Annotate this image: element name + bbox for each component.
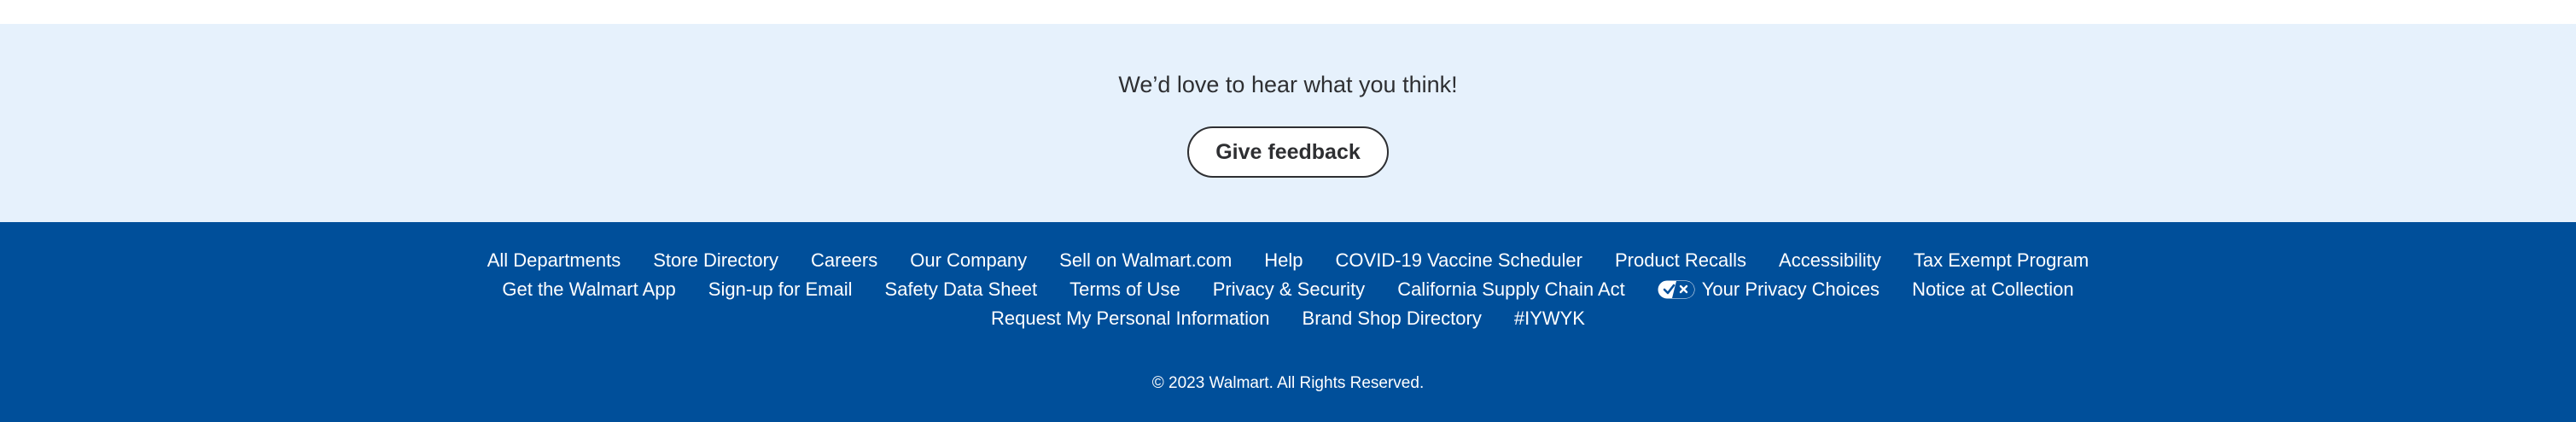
- give-feedback-button[interactable]: Give feedback: [1187, 126, 1389, 178]
- site-footer: All Departments Store Directory Careers …: [0, 222, 2576, 422]
- footer-link-get-walmart-app[interactable]: Get the Walmart App: [502, 278, 675, 301]
- footer-link-terms-of-use[interactable]: Terms of Use: [1069, 278, 1180, 301]
- footer-link-notice-at-collection[interactable]: Notice at Collection: [1912, 278, 2074, 301]
- footer-link-your-privacy-choices[interactable]: Your Privacy Choices: [1658, 278, 1880, 301]
- footer-link-all-departments[interactable]: All Departments: [487, 249, 621, 272]
- footer-link-tax-exempt-program[interactable]: Tax Exempt Program: [1914, 249, 2089, 272]
- footer-link-california-supply-chain-act[interactable]: California Supply Chain Act: [1397, 278, 1625, 301]
- footer-link-accessibility[interactable]: Accessibility: [1779, 249, 1881, 272]
- footer-link-privacy-security[interactable]: Privacy & Security: [1213, 278, 1366, 301]
- footer-links: All Departments Store Directory Careers …: [0, 222, 2576, 333]
- footer-link-row-1: All Departments Store Directory Careers …: [471, 246, 2106, 275]
- footer-link-sell-on-walmart[interactable]: Sell on Walmart.com: [1059, 249, 1232, 272]
- your-privacy-choices-label: Your Privacy Choices: [1701, 278, 1880, 300]
- footer-link-our-company[interactable]: Our Company: [910, 249, 1027, 272]
- feedback-section: We’d love to hear what you think! Give f…: [0, 24, 2576, 222]
- footer-link-row-3: Request My Personal Information Brand Sh…: [975, 304, 1601, 333]
- copyright-text: © 2023 Walmart. All Rights Reserved.: [1151, 374, 1425, 392]
- footer-link-store-directory[interactable]: Store Directory: [653, 249, 778, 272]
- footer-link-brand-shop-directory[interactable]: Brand Shop Directory: [1303, 308, 1482, 330]
- footer-link-iywyk[interactable]: #IYWYK: [1514, 308, 1585, 330]
- footer-link-row-2: Get the Walmart App Sign-up for Email Sa…: [486, 275, 2089, 304]
- footer-link-covid-vaccine-scheduler[interactable]: COVID-19 Vaccine Scheduler: [1336, 249, 1582, 272]
- footer-link-request-personal-information[interactable]: Request My Personal Information: [991, 308, 1270, 330]
- footer-link-product-recalls[interactable]: Product Recalls: [1615, 249, 1746, 272]
- footer-link-sign-up-email[interactable]: Sign-up for Email: [708, 278, 853, 301]
- privacy-choices-toggle-icon: [1658, 280, 1695, 299]
- footer-link-help[interactable]: Help: [1264, 249, 1303, 272]
- top-spacer: [0, 0, 2576, 24]
- footer-link-careers[interactable]: Careers: [811, 249, 877, 272]
- footer-link-safety-data-sheet[interactable]: Safety Data Sheet: [885, 278, 1038, 301]
- feedback-prompt: We’d love to hear what you think!: [1118, 72, 1458, 97]
